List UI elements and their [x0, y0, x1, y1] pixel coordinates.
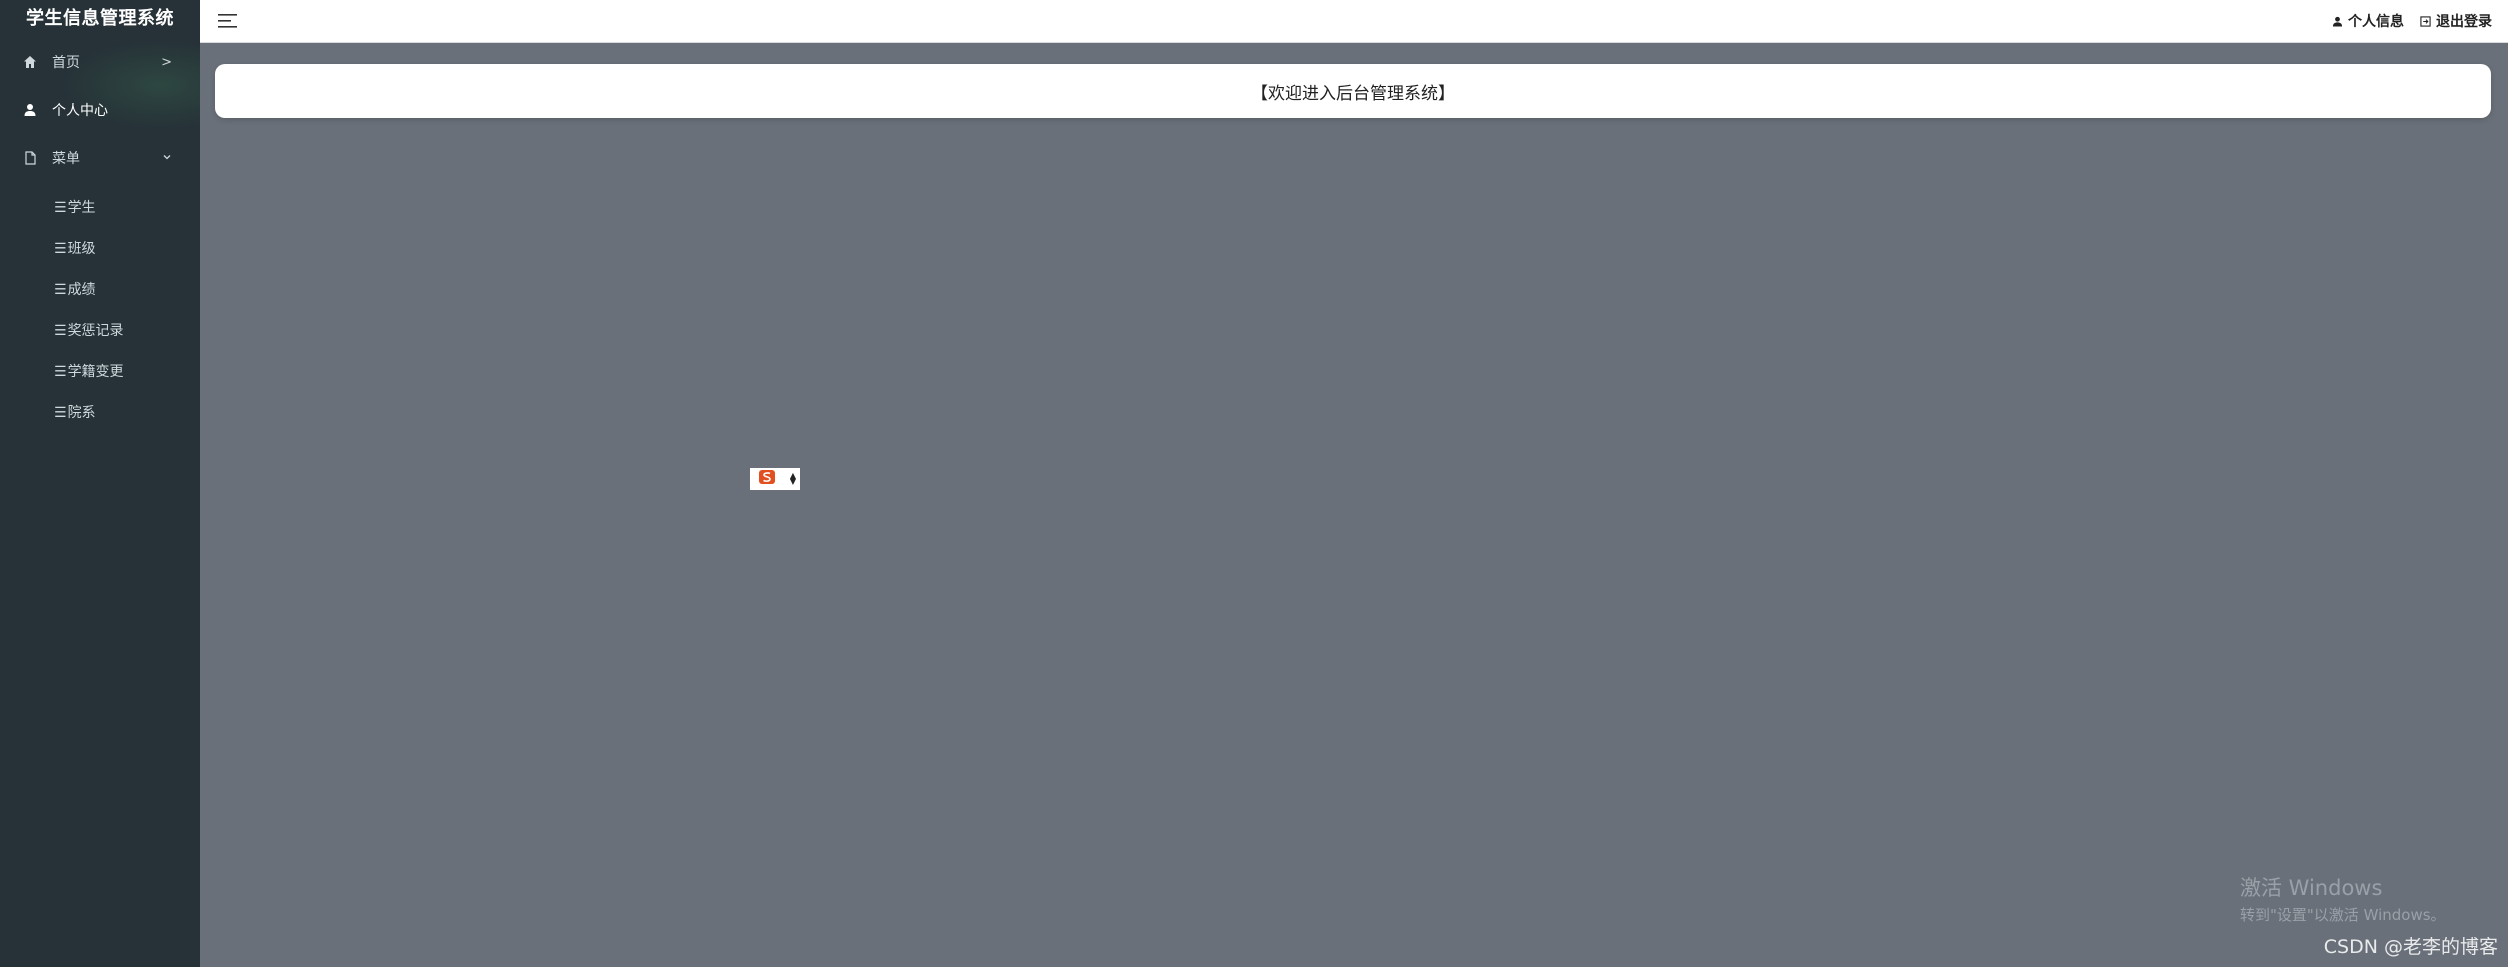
sidebar-item-label: 首页 [52, 55, 80, 71]
logout-link[interactable]: 退出登录 [2420, 11, 2492, 31]
home-icon [22, 54, 38, 70]
topbar: 个人信息 退出登录 [200, 0, 2508, 43]
logout-label: 退出登录 [2436, 14, 2492, 30]
sidebar-item-home[interactable]: 首页 > [0, 38, 200, 86]
welcome-text: 【欢迎进入后台管理系统】 [1251, 83, 1455, 104]
sidebar-item-label: 个人中心 [52, 103, 108, 119]
submenu: ☰学生 ☰班级 ☰成绩 ☰奖惩记录 ☰学籍变更 ☰院系 [0, 188, 200, 434]
app-root: 学生信息管理系统 首页 > 个人中心 菜单 ☰学生 ☰班级 ☰成绩 ☰奖惩记录 … [0, 0, 2508, 967]
sidebar-item-personal-center[interactable]: 个人中心 [0, 86, 200, 134]
sidebar-item-menu[interactable]: 菜单 [0, 134, 200, 182]
csdn-watermark: CSDN @老李的博客 [2323, 936, 2498, 958]
submenu-item-status-change[interactable]: ☰学籍变更 [0, 352, 200, 393]
submenu-item-departments[interactable]: ☰院系 [0, 393, 200, 434]
submenu-label: 学生 [67, 200, 96, 216]
input-method-widget[interactable]: ▲ ▼ [750, 468, 800, 490]
watermark-line2: 转到"设置"以激活 Windows。 [2240, 906, 2446, 924]
list-icon: ☰ [54, 241, 67, 257]
submenu-item-grades[interactable]: ☰成绩 [0, 270, 200, 311]
topbar-actions: 个人信息 退出登录 [2316, 0, 2492, 42]
submenu-label: 奖惩记录 [67, 323, 124, 339]
app-title: 学生信息管理系统 [26, 8, 174, 29]
chevron-down-icon [162, 151, 172, 166]
sogou-icon [758, 469, 776, 489]
logout-icon [2420, 15, 2431, 27]
list-icon: ☰ [54, 405, 67, 421]
file-icon [22, 150, 38, 166]
submenu-item-rewards[interactable]: ☰奖惩记录 [0, 311, 200, 352]
submenu-label: 学籍变更 [67, 364, 124, 380]
submenu-item-students[interactable]: ☰学生 [0, 188, 200, 229]
caret-up-down-icon: ▲ ▼ [789, 471, 796, 486]
list-icon: ☰ [54, 282, 67, 298]
list-icon: ☰ [54, 364, 67, 380]
chevron-right-icon: > [161, 54, 172, 70]
profile-label: 个人信息 [2348, 14, 2404, 30]
welcome-banner: 【欢迎进入后台管理系统】 [215, 64, 2491, 118]
list-icon: ☰ [54, 323, 67, 339]
watermark-line1: 激活 Windows [2240, 876, 2383, 900]
submenu-label: 成绩 [67, 282, 96, 298]
hamburger-icon[interactable] [218, 13, 238, 29]
windows-activation-watermark: 激活 Windows 转到"设置"以激活 Windows。 [2240, 872, 2446, 925]
sidebar-item-label: 菜单 [52, 151, 80, 167]
profile-link[interactable]: 个人信息 [2332, 11, 2404, 31]
sidebar: 学生信息管理系统 首页 > 个人中心 菜单 ☰学生 ☰班级 ☰成绩 ☰奖惩记录 … [0, 0, 200, 967]
user-icon [2332, 16, 2343, 27]
submenu-item-classes[interactable]: ☰班级 [0, 229, 200, 270]
submenu-label: 班级 [67, 241, 96, 257]
user-icon [22, 102, 38, 118]
list-icon: ☰ [54, 200, 67, 216]
submenu-label: 院系 [67, 405, 96, 421]
